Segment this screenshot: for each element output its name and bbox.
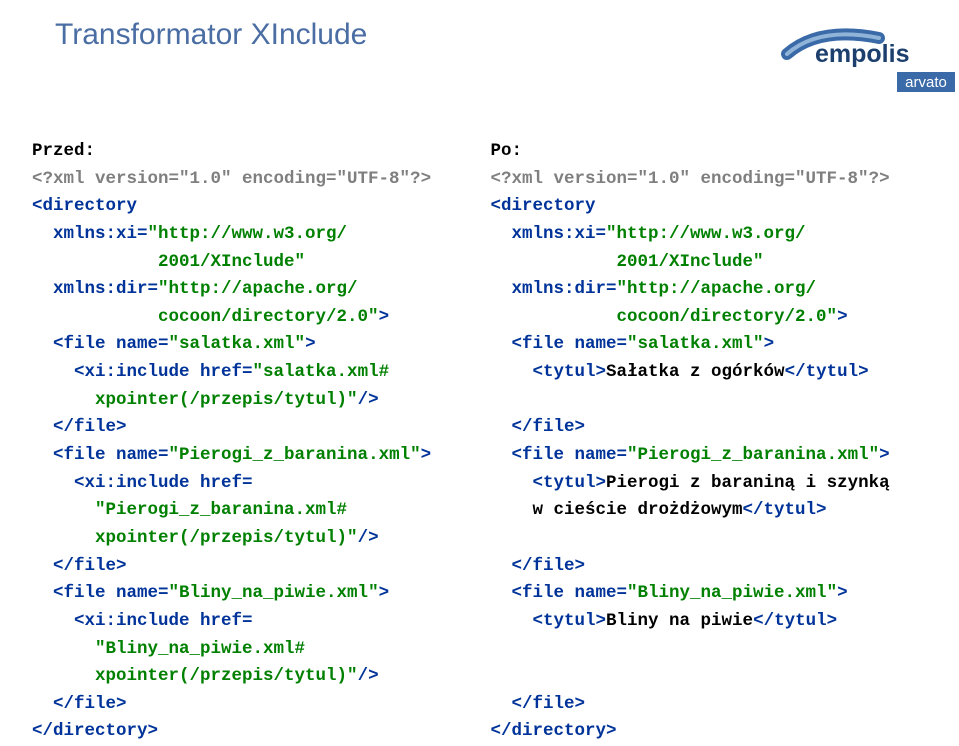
content-columns: Przed: <?xml version="1.0" encoding="UTF… <box>32 138 949 746</box>
code-line: </file> <box>491 417 586 437</box>
code-attr: "http://www.w3.org/ <box>606 224 806 244</box>
code-line: </tytul> <box>743 500 827 520</box>
code-attr: xpointer(/przepis/tytul)" <box>32 528 358 548</box>
code-line: xmlns:dir= <box>32 279 158 299</box>
code-attr: "Pierogi_z_baranina.xml" <box>627 445 879 465</box>
code-line: > <box>837 307 848 327</box>
code-line: </file> <box>32 556 127 576</box>
code-line: <file name= <box>32 583 169 603</box>
code-attr: cocoon/directory/2.0" <box>491 307 838 327</box>
code-attr: "http://www.w3.org/ <box>148 224 348 244</box>
code-line: <file name= <box>32 334 169 354</box>
code-attr: "http://apache.org/ <box>617 279 817 299</box>
code-attr: cocoon/directory/2.0" <box>32 307 379 327</box>
code-line: <xi:include href= <box>32 473 253 493</box>
code-line: <file name= <box>491 583 628 603</box>
code-line: <?xml version="1.0" encoding="UTF-8"?> <box>491 169 890 189</box>
code-text: Pierogi z baraniną i szynką <box>606 473 890 493</box>
before-column: Przed: <?xml version="1.0" encoding="UTF… <box>32 138 491 746</box>
code-line: /> <box>358 390 379 410</box>
code-text: w cieście drożdżowym <box>491 500 743 520</box>
logo-text-sub: arvato <box>905 74 947 91</box>
code-text: Sałatka z ogórków <box>606 362 785 382</box>
code-line: /> <box>358 666 379 686</box>
code-line: > <box>305 334 316 354</box>
code-line: <tytul> <box>491 473 607 493</box>
code-line: </file> <box>32 417 127 437</box>
after-header: Po: <box>491 141 523 161</box>
code-attr: "Bliny_na_piwie.xml" <box>169 583 379 603</box>
code-attr: "Pierogi_z_baranina.xml" <box>169 445 421 465</box>
code-line: > <box>379 583 390 603</box>
code-line: xmlns:xi= <box>491 224 607 244</box>
code-line: <xi:include href= <box>32 362 253 382</box>
code-line: </file> <box>491 556 586 576</box>
code-attr: xpointer(/przepis/tytul)" <box>32 666 358 686</box>
code-line: <tytul> <box>491 611 607 631</box>
code-attr: "salatka.xml" <box>627 334 764 354</box>
code-attr: "http://apache.org/ <box>158 279 358 299</box>
code-text: Bliny na piwie <box>606 611 753 631</box>
code-line: > <box>837 583 848 603</box>
after-column: Po: <?xml version="1.0" encoding="UTF-8"… <box>491 138 950 746</box>
code-line: > <box>379 307 390 327</box>
code-line: <file name= <box>491 334 628 354</box>
code-line: </directory> <box>32 721 158 741</box>
slide-title: Transformator XInclude <box>55 18 367 52</box>
code-line: <?xml version="1.0" encoding="UTF-8"?> <box>32 169 431 189</box>
before-header: Przed: <box>32 141 95 161</box>
code-line: <directory <box>491 196 596 216</box>
code-line: </tytul> <box>753 611 837 631</box>
code-attr: 2001/XInclude" <box>32 252 305 272</box>
code-attr: "Bliny_na_piwie.xml# <box>32 639 305 659</box>
code-line: /> <box>358 528 379 548</box>
code-line: <file name= <box>32 445 169 465</box>
code-attr: "Pierogi_z_baranina.xml# <box>32 500 347 520</box>
code-attr: xpointer(/przepis/tytul)" <box>32 390 358 410</box>
code-line: <xi:include href= <box>32 611 253 631</box>
code-line: <directory <box>32 196 137 216</box>
logo: empolis arvato <box>779 22 959 100</box>
code-line: xmlns:xi= <box>32 224 148 244</box>
code-attr: "salatka.xml" <box>169 334 306 354</box>
code-attr: "salatka.xml# <box>253 362 390 382</box>
code-line: > <box>879 445 890 465</box>
code-line: </directory> <box>491 721 617 741</box>
code-line: xmlns:dir= <box>491 279 617 299</box>
code-attr: "Bliny_na_piwie.xml" <box>627 583 837 603</box>
code-line: <file name= <box>491 445 628 465</box>
logo-text-main: empolis <box>815 40 909 68</box>
code-line: > <box>421 445 432 465</box>
code-line: > <box>764 334 775 354</box>
code-attr: 2001/XInclude" <box>491 252 764 272</box>
code-line: <tytul> <box>491 362 607 382</box>
code-line: </tytul> <box>785 362 869 382</box>
